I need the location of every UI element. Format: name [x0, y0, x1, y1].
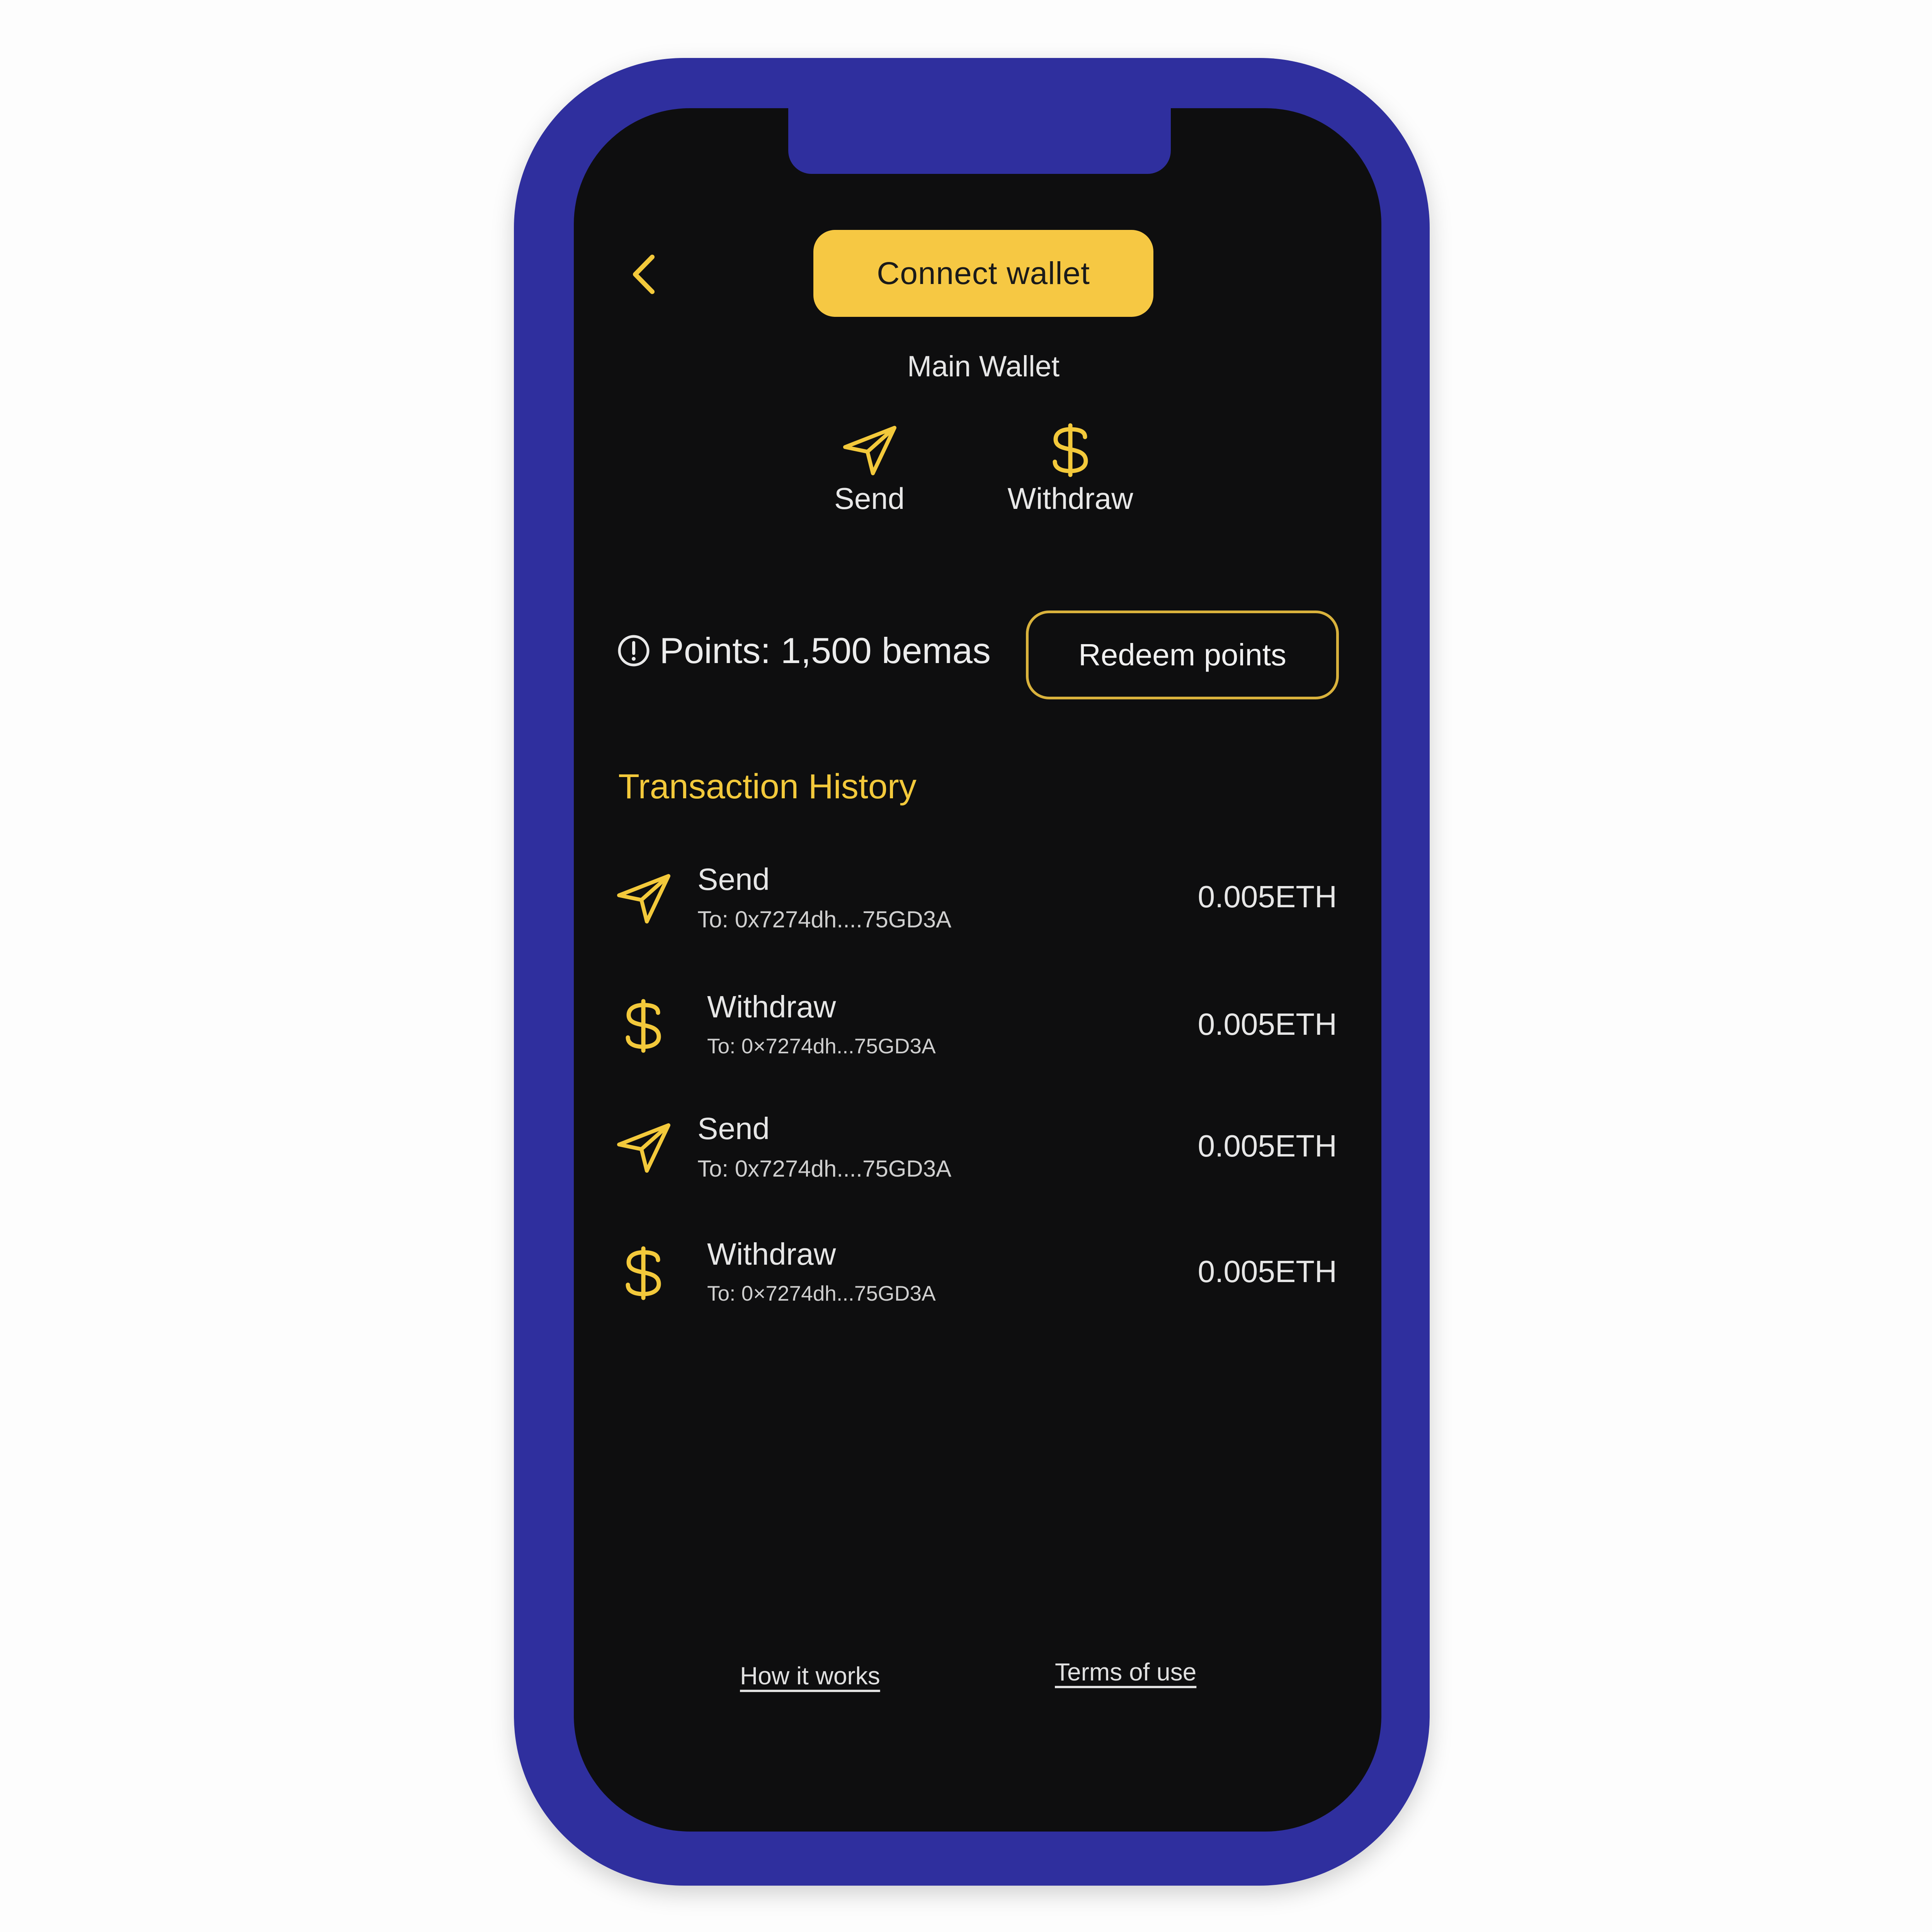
wallet-title: Main Wallet	[907, 350, 1060, 383]
points-balance: Points: 1,500 bemas	[616, 630, 991, 672]
transaction-amount: 0.005ETH	[1197, 1254, 1337, 1289]
transaction-address: To: 0x7274dh....75GD3A	[697, 1156, 952, 1182]
transaction-address: To: 0x7274dh....75GD3A	[697, 906, 952, 932]
transaction-type: Withdraw	[707, 1237, 836, 1271]
dollar-icon	[614, 1244, 672, 1302]
withdraw-action-label: Withdraw	[1007, 481, 1133, 515]
transaction-address: To: 0×7274dh...75GD3A	[707, 1281, 936, 1305]
transaction-history-title: Transaction History	[618, 767, 917, 806]
transaction-row[interactable]: Send To: 0x7274dh....75GD3A 0.005ETH	[614, 862, 1337, 954]
transaction-amount: 0.005ETH	[1197, 879, 1337, 914]
send-action-button[interactable]: Send	[804, 423, 935, 516]
withdraw-action-button[interactable]: Withdraw	[985, 423, 1155, 516]
dollar-icon	[614, 997, 672, 1055]
connect-wallet-button[interactable]: Connect wallet	[813, 230, 1153, 317]
info-icon	[618, 635, 650, 667]
chevron-left-icon	[633, 255, 655, 294]
how-it-works-link[interactable]: How it works	[740, 1662, 880, 1690]
transaction-type: Send	[697, 1111, 770, 1146]
back-button[interactable]	[622, 247, 665, 301]
send-action-label: Send	[834, 481, 905, 515]
transaction-row[interactable]: Send To: 0x7274dh....75GD3A 0.005ETH	[614, 1111, 1337, 1204]
transaction-amount: 0.005ETH	[1197, 1129, 1337, 1163]
transaction-row[interactable]: Withdraw To: 0×7274dh...75GD3A 0.005ETH	[614, 1236, 1337, 1329]
phone-notch	[788, 100, 1171, 174]
dollar-icon	[1053, 423, 1088, 477]
points-text: Points: 1,500 bemas	[660, 630, 991, 671]
transaction-row[interactable]: Withdraw To: 0×7274dh...75GD3A 0.005ETH	[614, 989, 1337, 1082]
redeem-points-button[interactable]: Redeem points	[1026, 611, 1339, 699]
transaction-type: Withdraw	[707, 990, 836, 1024]
transaction-address: To: 0×7274dh...75GD3A	[707, 1034, 936, 1058]
transaction-amount: 0.005ETH	[1197, 1007, 1337, 1041]
send-icon	[614, 869, 672, 927]
send-icon	[614, 1119, 672, 1177]
transaction-type: Send	[697, 862, 770, 896]
terms-of-use-link[interactable]: Terms of use	[1055, 1658, 1196, 1686]
send-icon	[843, 426, 896, 475]
